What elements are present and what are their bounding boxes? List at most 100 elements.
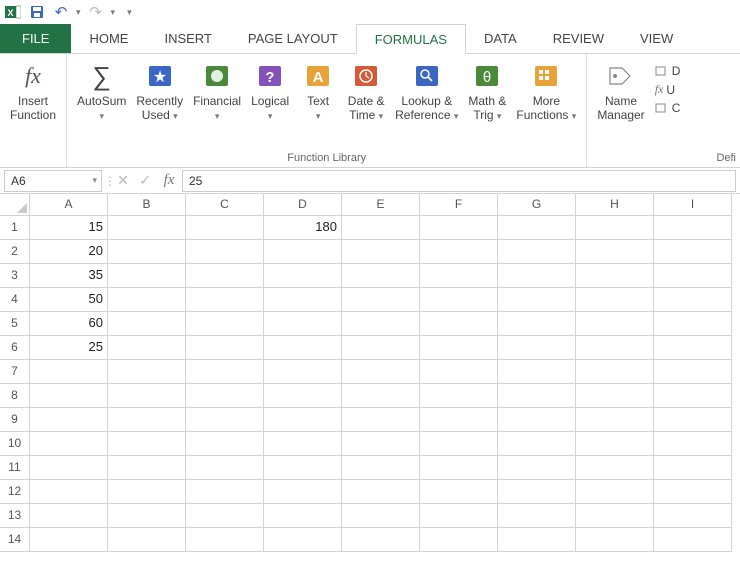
more-functions-button[interactable]: MoreFunctions ▾ [512,58,580,125]
cell-D13[interactable] [264,504,342,528]
cell-F4[interactable] [420,288,498,312]
cell-H8[interactable] [576,384,654,408]
col-header-I[interactable]: I [654,194,732,216]
col-header-D[interactable]: D [264,194,342,216]
cell-D11[interactable] [264,456,342,480]
cell-B7[interactable] [108,360,186,384]
cell-C10[interactable] [186,432,264,456]
cell-B10[interactable] [108,432,186,456]
cell-D2[interactable] [264,240,342,264]
col-header-B[interactable]: B [108,194,186,216]
cell-E10[interactable] [342,432,420,456]
cell-B9[interactable] [108,408,186,432]
row-header-12[interactable]: 12 [0,480,30,504]
cell-F9[interactable] [420,408,498,432]
cell-F2[interactable] [420,240,498,264]
cell-C12[interactable] [186,480,264,504]
autosum-button[interactable]: ∑ AutoSum▾ [73,58,130,125]
cell-B1[interactable] [108,216,186,240]
cell-F14[interactable] [420,528,498,552]
cell-I14[interactable] [654,528,732,552]
cell-E7[interactable] [342,360,420,384]
cell-C3[interactable] [186,264,264,288]
cell-H4[interactable] [576,288,654,312]
cell-H12[interactable] [576,480,654,504]
col-header-E[interactable]: E [342,194,420,216]
cell-H1[interactable] [576,216,654,240]
spreadsheet-grid[interactable]: ABCDEFGHI1151802203354505606257891011121… [0,194,740,552]
row-header-13[interactable]: 13 [0,504,30,528]
row-header-11[interactable]: 11 [0,456,30,480]
cell-D9[interactable] [264,408,342,432]
cell-B6[interactable] [108,336,186,360]
create-from-selection-clipped[interactable]: C [655,101,681,115]
col-header-G[interactable]: G [498,194,576,216]
cell-E6[interactable] [342,336,420,360]
name-box[interactable]: A6 [4,170,102,192]
financial-button[interactable]: Financial▾ [189,58,245,125]
cell-F6[interactable] [420,336,498,360]
cell-A1[interactable]: 15 [30,216,108,240]
tab-file[interactable]: FILE [0,24,71,53]
cell-F8[interactable] [420,384,498,408]
cell-C4[interactable] [186,288,264,312]
cell-F7[interactable] [420,360,498,384]
enter-icon[interactable]: ✓ [134,172,156,189]
logical-button[interactable]: ? Logical▾ [247,58,293,125]
cell-B5[interactable] [108,312,186,336]
tab-view[interactable]: VIEW [622,24,691,53]
cell-H2[interactable] [576,240,654,264]
cell-B2[interactable] [108,240,186,264]
row-header-5[interactable]: 5 [0,312,30,336]
cell-G6[interactable] [498,336,576,360]
cell-G11[interactable] [498,456,576,480]
cancel-icon[interactable]: ✕ [112,172,134,189]
lookup-reference-button[interactable]: Lookup &Reference ▾ [391,58,462,125]
cell-C13[interactable] [186,504,264,528]
cell-I13[interactable] [654,504,732,528]
cell-F12[interactable] [420,480,498,504]
cell-E8[interactable] [342,384,420,408]
cell-A9[interactable] [30,408,108,432]
row-header-4[interactable]: 4 [0,288,30,312]
cell-G14[interactable] [498,528,576,552]
cell-G9[interactable] [498,408,576,432]
cell-A4[interactable]: 50 [30,288,108,312]
cell-G1[interactable] [498,216,576,240]
cell-I11[interactable] [654,456,732,480]
cell-H3[interactable] [576,264,654,288]
cell-D10[interactable] [264,432,342,456]
cell-B11[interactable] [108,456,186,480]
cell-D7[interactable] [264,360,342,384]
cell-E14[interactable] [342,528,420,552]
cell-E4[interactable] [342,288,420,312]
cell-F1[interactable] [420,216,498,240]
cell-A8[interactable] [30,384,108,408]
cell-D4[interactable] [264,288,342,312]
row-header-3[interactable]: 3 [0,264,30,288]
cell-D1[interactable]: 180 [264,216,342,240]
cell-H7[interactable] [576,360,654,384]
cell-H5[interactable] [576,312,654,336]
cell-G4[interactable] [498,288,576,312]
cell-B14[interactable] [108,528,186,552]
cell-C2[interactable] [186,240,264,264]
date-time-button[interactable]: Date &Time ▾ [343,58,389,125]
select-all-corner[interactable] [0,194,30,216]
cell-G7[interactable] [498,360,576,384]
cell-A5[interactable]: 60 [30,312,108,336]
cell-D5[interactable] [264,312,342,336]
cell-B4[interactable] [108,288,186,312]
redo-icon[interactable]: ↷ [87,3,105,21]
define-name-clipped[interactable]: D [655,64,681,78]
formula-input[interactable]: 25 [182,170,736,192]
cell-G12[interactable] [498,480,576,504]
name-manager-button[interactable]: NameManager [593,58,648,124]
undo-icon[interactable]: ↶ [52,3,70,21]
tab-formulas[interactable]: FORMULAS [356,24,466,54]
row-header-9[interactable]: 9 [0,408,30,432]
row-header-2[interactable]: 2 [0,240,30,264]
cell-F11[interactable] [420,456,498,480]
cell-A6[interactable]: 25 [30,336,108,360]
qat-customize-icon[interactable]: ▾ [127,7,132,18]
